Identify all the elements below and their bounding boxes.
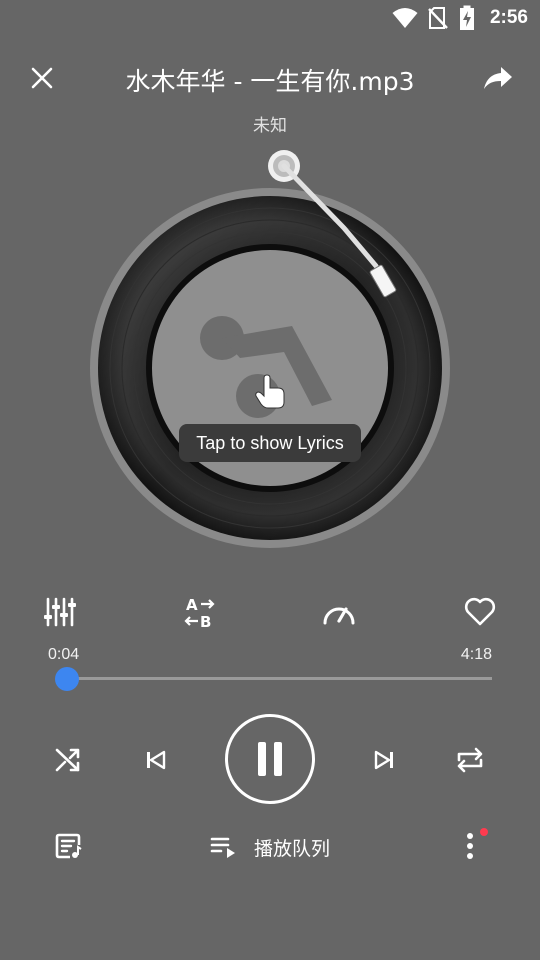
close-button[interactable]: [22, 58, 62, 98]
wifi-icon: [392, 8, 418, 28]
next-icon: [374, 750, 393, 770]
seek-thumb[interactable]: [54, 667, 79, 691]
more-vertical-icon: [467, 833, 473, 859]
equalizer-icon: [44, 597, 76, 627]
ab-repeat-icon: A B: [184, 596, 215, 629]
close-icon: [31, 67, 53, 89]
no-sim-icon: [428, 7, 448, 29]
song-title: 水木年华 - 一生有你.mp3: [125, 67, 415, 96]
speed-button[interactable]: [319, 592, 359, 632]
play-pause-button[interactable]: [225, 714, 315, 804]
next-button[interactable]: [362, 738, 406, 782]
share-button[interactable]: [476, 58, 520, 98]
svg-text:A: A: [186, 596, 198, 614]
share-icon: [484, 67, 512, 89]
status-time: 2:56: [489, 7, 528, 28]
battery-charging-icon: [460, 5, 474, 30]
tonearm: [268, 150, 397, 298]
lyrics-tooltip[interactable]: Tap to show Lyrics: [179, 424, 361, 462]
pointer-hand-icon: [255, 374, 285, 409]
queue-label: 播放队列: [254, 837, 331, 860]
pause-icon: [258, 742, 282, 776]
shuffle-icon: [55, 748, 80, 772]
queue-icon: [210, 837, 235, 858]
previous-icon: [147, 750, 166, 770]
shuffle-button[interactable]: [46, 738, 90, 782]
favorite-icon: [464, 597, 496, 626]
lyrics-icon: [55, 833, 82, 859]
seek-bar[interactable]: [60, 677, 492, 680]
status-bar: 2:56: [0, 0, 540, 36]
queue-button[interactable]: 播放队列: [208, 830, 330, 864]
repeat-icon: [457, 747, 483, 773]
equalizer-button[interactable]: [40, 592, 80, 632]
notification-badge: [480, 828, 488, 836]
lyrics-button[interactable]: [46, 824, 90, 868]
artist-name: 未知: [253, 116, 287, 136]
repeat-button[interactable]: [448, 738, 492, 782]
favorite-button[interactable]: [460, 592, 500, 632]
svg-text:B: B: [200, 613, 211, 629]
current-time: 0:04: [48, 646, 80, 663]
total-time: 4:18: [460, 646, 492, 663]
previous-button[interactable]: [134, 738, 178, 782]
speed-icon: [323, 607, 355, 625]
ab-repeat-button[interactable]: A B: [180, 592, 220, 632]
